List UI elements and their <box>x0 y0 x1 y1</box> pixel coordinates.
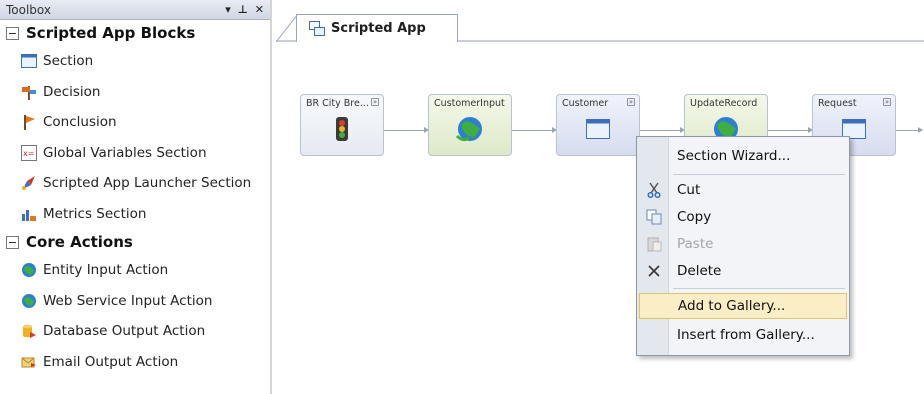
menu-item-cut[interactable]: Cut <box>639 177 847 203</box>
signpost-icon <box>20 83 38 101</box>
globe-icon <box>20 292 38 310</box>
traffic-light-icon <box>335 116 349 146</box>
group-scripted-app-blocks[interactable]: Scripted App Blocks <box>0 20 270 46</box>
toolbox-item-label: Section <box>43 53 94 70</box>
globe-icon <box>20 261 38 279</box>
toolbox-item-label: Global Variables Section <box>43 144 207 161</box>
globe-icon <box>455 114 485 148</box>
delete-icon <box>639 264 669 278</box>
toolbox-item-label: Entity Input Action <box>43 262 169 279</box>
email-icon <box>20 353 38 371</box>
section-icon <box>586 119 610 143</box>
svg-text:x=: x= <box>23 149 34 158</box>
toolbox-title: Toolbox <box>6 2 51 17</box>
scissors-icon <box>639 182 669 198</box>
rocket-icon <box>20 174 38 192</box>
menu-item-label: Delete <box>677 263 722 279</box>
menu-item-label: Paste <box>677 236 714 252</box>
toolbox-item-scripted-app-launcher-section[interactable]: Scripted App Launcher Section <box>0 168 270 199</box>
flag-icon <box>20 113 38 131</box>
tab-scripted-app[interactable]: Scripted App <box>296 14 458 42</box>
toolbox-header: Toolbox ▾ ⊥ ✕ <box>0 0 270 20</box>
variables-icon: x= <box>20 144 38 162</box>
menu-item-delete[interactable]: Delete <box>639 258 847 284</box>
connector-line <box>896 127 923 133</box>
menu-item-insert-from-gallery[interactable]: Insert from Gallery... <box>639 322 847 348</box>
menu-item-paste[interactable]: Paste <box>639 231 847 257</box>
connector-line <box>512 127 557 133</box>
toolbox-item-web-service-input-action[interactable]: Web Service Input Action <box>0 286 270 317</box>
menu-item-section-wizard[interactable]: Section Wizard... <box>639 143 847 169</box>
expand-icon[interactable]: » <box>371 98 379 106</box>
toolbox-item-metrics-section[interactable]: Metrics Section <box>0 199 270 230</box>
dropdown-icon[interactable]: ▾ <box>225 3 231 16</box>
context-menu: Section Wizard... Cut Copy Paste Delete … <box>636 136 850 356</box>
expand-icon[interactable]: » <box>627 98 635 106</box>
menu-item-label: Cut <box>677 182 701 198</box>
node-label: UpdateRecord <box>690 98 758 109</box>
toolbox-item-label: Decision <box>43 83 101 100</box>
node-label: CustomerInput <box>434 98 505 109</box>
toolbox-item-label: Conclusion <box>43 114 117 131</box>
section-icon <box>20 52 38 70</box>
toolbox-item-label: Scripted App Launcher Section <box>43 175 252 192</box>
toolbox-item-label: Database Output Action <box>43 323 206 340</box>
menu-item-copy[interactable]: Copy <box>639 204 847 230</box>
tab-label: Scripted App <box>331 21 426 36</box>
toolbox-item-label: Web Service Input Action <box>43 292 213 309</box>
menu-separator <box>673 288 845 289</box>
copy-icon <box>639 209 669 225</box>
connector-line <box>640 127 685 133</box>
close-icon[interactable]: ✕ <box>255 3 264 16</box>
connector-line <box>768 127 813 133</box>
toolbox-item-label: Email Output Action <box>43 353 179 370</box>
flow-node[interactable]: Customer » <box>556 94 640 156</box>
toolbox-item-global-variables-section[interactable]: x= Global Variables Section <box>0 138 270 169</box>
collapse-icon[interactable] <box>6 235 19 249</box>
toolbox-item-label: Metrics Section <box>43 205 147 222</box>
toolbox-item-entity-input-action[interactable]: Entity Input Action <box>0 255 270 286</box>
menu-separator <box>673 174 845 175</box>
group-label: Core Actions <box>26 233 133 251</box>
menu-item-label: Insert from Gallery... <box>677 327 815 343</box>
menu-item-label: Section Wizard... <box>677 148 791 164</box>
pin-icon[interactable]: ⊥ <box>238 3 248 16</box>
scripted-app-icon <box>309 21 325 36</box>
toolbox-item-decision[interactable]: Decision <box>0 77 270 108</box>
menu-item-label: Copy <box>677 209 712 225</box>
menu-item-label: Add to Gallery... <box>678 298 786 314</box>
flow-node[interactable]: CustomerInput <box>428 94 512 156</box>
flow-node[interactable]: BR City Bre... » <box>300 94 384 156</box>
toolbox-panel: Toolbox ▾ ⊥ ✕ Scripted App Blocks Sectio… <box>0 0 272 394</box>
paste-icon <box>639 236 669 252</box>
connector-line <box>384 127 429 133</box>
toolbox-item-section[interactable]: Section <box>0 46 270 77</box>
document-tab-strip: Scripted App <box>276 12 924 42</box>
menu-item-add-to-gallery[interactable]: Add to Gallery... <box>639 293 847 319</box>
metrics-icon <box>20 205 38 223</box>
group-label: Scripted App Blocks <box>26 24 196 42</box>
toolbox-item-email-output-action[interactable]: Email Output Action <box>0 347 270 378</box>
collapse-icon[interactable] <box>6 26 19 40</box>
group-core-actions[interactable]: Core Actions <box>0 229 270 255</box>
toolbox-item-database-output-action[interactable]: Database Output Action <box>0 316 270 347</box>
expand-icon[interactable]: » <box>883 98 891 106</box>
database-icon <box>20 322 38 340</box>
toolbox-item-conclusion[interactable]: Conclusion <box>0 107 270 138</box>
